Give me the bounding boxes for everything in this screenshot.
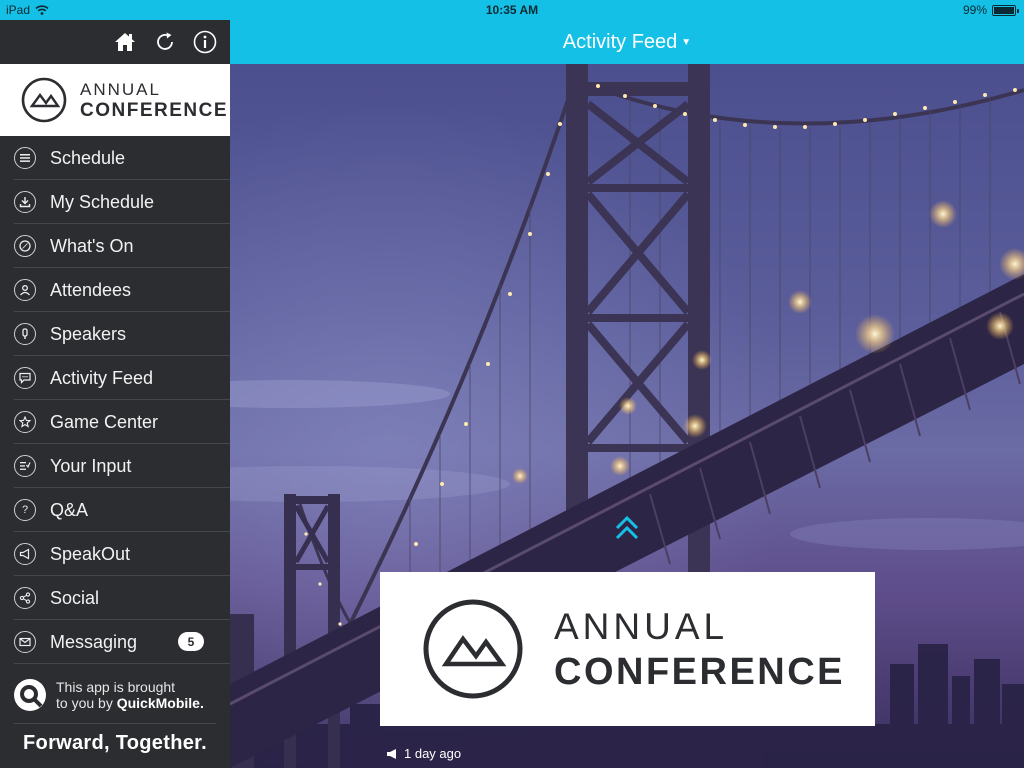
status-time: 10:35 AM <box>485 3 539 17</box>
share-icon <box>14 587 36 609</box>
download-icon <box>14 191 36 213</box>
logo-line1: ANNUAL <box>80 79 161 99</box>
sidebar-item-qa[interactable]: ? Q&A <box>0 488 230 532</box>
question-icon: ? <box>14 499 36 521</box>
star-icon <box>14 411 36 433</box>
megaphone-icon <box>14 543 36 565</box>
list-icon <box>14 147 36 169</box>
sidebar-item-label: Speakers <box>50 323 127 344</box>
envelope-icon <box>14 631 36 653</box>
sidebar-item-label: Q&A <box>50 499 89 520</box>
home-icon[interactable] <box>113 30 137 54</box>
credit-prefix: to you by <box>56 695 117 711</box>
sidebar-item-messaging[interactable]: Messaging 5 <box>0 620 230 664</box>
footer-divider <box>14 723 216 724</box>
quickmobile-logo-icon <box>14 679 46 711</box>
card-logo-line1: ANNUAL <box>554 605 729 647</box>
card-logo-line2: CONFERENCE <box>554 650 846 693</box>
credit-line2: to you by QuickMobile. <box>56 695 204 711</box>
battery-percent: 99% <box>962 3 987 17</box>
sidebar-item-game-center[interactable]: Game Center <box>0 400 230 444</box>
chat-icon <box>14 367 36 389</box>
sidebar-item-speakers[interactable]: Speakers <box>0 312 230 356</box>
credit-brand: QuickMobile. <box>116 695 204 711</box>
status-bar: iPad 10:35 AM 99% <box>0 0 1024 20</box>
sidebar-item-label: Social <box>50 587 100 608</box>
sidebar-item-label: Your Input <box>50 455 132 476</box>
megaphone-icon <box>387 748 396 759</box>
compass-icon <box>14 235 36 257</box>
chevron-down-icon: ▼ <box>681 36 692 48</box>
sidebar-item-label: Schedule <box>50 147 126 168</box>
conference-logo-icon <box>423 599 523 699</box>
scroll-up-chevron-icon[interactable] <box>614 512 640 548</box>
tagline: Forward, Together. <box>23 732 207 754</box>
quickmobile-text: This app is brought to you by QuickMobil… <box>56 679 204 711</box>
card-wordmark: ANNUAL CONFERENCE <box>554 608 845 691</box>
checklist-icon <box>14 455 36 477</box>
sidebar: ANNUAL CONFERENCE Schedule My Schedule W… <box>0 20 230 768</box>
activity-feed-area: ANNUAL CONFERENCE 1 day ago <box>230 64 1024 768</box>
credit-line1: This app is brought <box>56 678 176 695</box>
sidebar-item-label: Attendees <box>50 279 132 300</box>
sidebar-item-speakout[interactable]: SpeakOut <box>0 532 230 576</box>
timestamp-text: 1 day ago <box>404 746 462 761</box>
sidebar-item-schedule[interactable]: Schedule <box>0 136 230 180</box>
quickmobile-credit[interactable]: This app is brought to you by QuickMobil… <box>0 668 230 722</box>
sidebar-item-label: Activity Feed <box>50 367 154 388</box>
sidebar-item-activity-feed[interactable]: Activity Feed <box>0 356 230 400</box>
logo-line2: CONFERENCE <box>80 99 229 121</box>
sidebar-item-label: My Schedule <box>50 191 155 212</box>
sidebar-item-label: Game Center <box>50 411 159 432</box>
info-icon[interactable] <box>193 30 217 54</box>
microphone-icon <box>14 323 36 345</box>
conference-logo-icon <box>21 77 67 123</box>
post-timestamp: 1 day ago <box>386 746 461 761</box>
person-icon <box>14 279 36 301</box>
battery-fill <box>994 6 1014 14</box>
sidebar-item-your-input[interactable]: Your Input <box>0 444 230 488</box>
sidebar-item-label: Messaging <box>50 631 138 652</box>
sidebar-item-label: What's On <box>50 235 134 256</box>
sidebar-logo[interactable]: ANNUAL CONFERENCE <box>0 64 230 136</box>
sidebar-menu: Schedule My Schedule What's On Attendees… <box>0 136 230 664</box>
feed-post-card[interactable]: ANNUAL CONFERENCE <box>380 572 875 726</box>
sidebar-item-label: SpeakOut <box>50 543 131 564</box>
unread-badge: 5 <box>178 632 204 651</box>
sidebar-item-whats-on[interactable]: What's On <box>0 224 230 268</box>
logo-wordmark: ANNUAL CONFERENCE <box>80 81 228 120</box>
page-title: Activity Feed <box>562 30 678 53</box>
sidebar-toolbar <box>0 20 230 64</box>
battery-icon <box>992 4 1019 16</box>
feed-selector-header[interactable]: Activity Feed ▼ <box>230 20 1024 64</box>
sidebar-item-my-schedule[interactable]: My Schedule <box>0 180 230 224</box>
sidebar-item-social[interactable]: Social <box>0 576 230 620</box>
sidebar-item-attendees[interactable]: Attendees <box>0 268 230 312</box>
refresh-icon[interactable] <box>153 30 177 54</box>
